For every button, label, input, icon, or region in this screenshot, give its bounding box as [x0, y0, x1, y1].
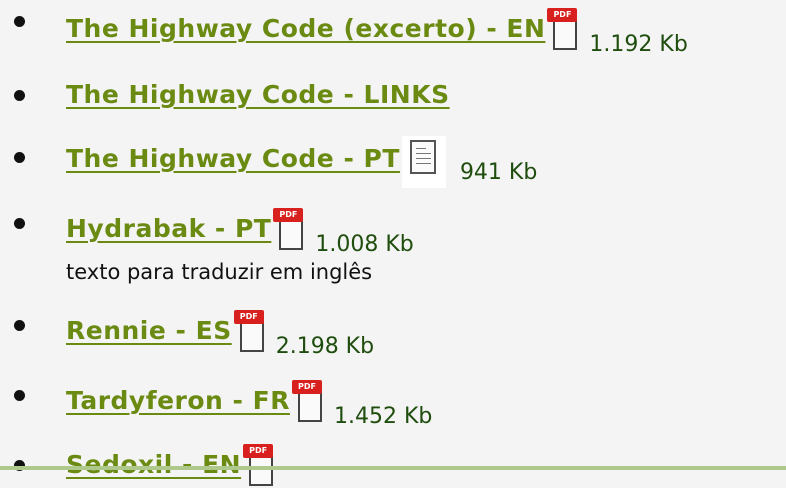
pdf-badge: PDF — [547, 8, 578, 22]
file-size: 2.198 Kb — [275, 334, 375, 359]
bullet-icon — [14, 90, 25, 101]
bullet-icon — [14, 218, 25, 229]
doc-line — [415, 153, 431, 154]
document-link[interactable]: Hydrabak - PT — [66, 214, 271, 244]
document-link[interactable]: The Highway Code - LINKS — [66, 80, 450, 110]
document-link[interactable]: Rennie - ES — [66, 316, 232, 346]
pdf-page-shape — [553, 20, 578, 50]
file-size: 1.452 Kb — [333, 404, 433, 429]
pdf-page-shape — [249, 456, 274, 486]
pdf-icon[interactable]: PDF — [291, 380, 326, 424]
pdf-page-shape — [279, 220, 304, 250]
item-note: texto para traduzir em inglês — [66, 260, 373, 284]
file-size: 941 Kb — [459, 160, 538, 185]
pdf-icon[interactable]: PDF — [547, 8, 581, 52]
doc-line — [415, 148, 426, 149]
bullet-icon — [14, 320, 25, 331]
pdf-icon[interactable]: PDF — [233, 310, 268, 354]
document-link[interactable]: Sedoxil - EN — [66, 450, 241, 480]
pdf-badge: PDF — [273, 208, 304, 222]
document-icon[interactable] — [401, 136, 446, 188]
doc-line — [415, 163, 431, 164]
doc-page-shape — [409, 140, 436, 174]
bullet-icon — [14, 390, 25, 401]
document-link[interactable]: The Highway Code - PT — [66, 144, 400, 174]
pdf-page-shape — [297, 392, 322, 422]
bullet-icon — [14, 16, 25, 27]
file-size: 1.008 Kb — [315, 232, 414, 257]
pdf-badge: PDF — [243, 444, 274, 458]
pdf-icon[interactable]: PDF — [273, 208, 307, 252]
page: { "items": [ {"link": "The Highway Code … — [0, 0, 786, 486]
bottom-divider — [0, 466, 786, 470]
pdf-badge: PDF — [291, 380, 322, 394]
document-link[interactable]: Tardyferon - FR — [66, 386, 290, 416]
file-size: 1.192 Kb — [589, 32, 688, 57]
bullet-icon — [14, 152, 25, 163]
pdf-page-shape — [239, 322, 264, 352]
doc-line — [415, 158, 431, 159]
document-link[interactable]: The Highway Code (excerto) - EN — [66, 14, 545, 44]
pdf-badge: PDF — [233, 310, 264, 324]
